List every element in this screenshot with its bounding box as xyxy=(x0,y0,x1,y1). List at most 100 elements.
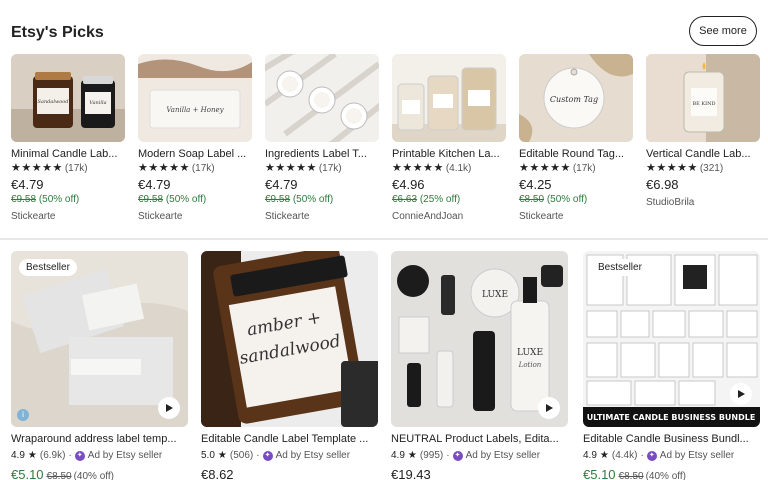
product-title[interactable]: Editable Candle Business Bundl... xyxy=(583,432,760,446)
product-image[interactable]: Vanilla + Honey xyxy=(138,54,252,142)
price: €4.79 xyxy=(138,177,171,192)
price: €4.96 xyxy=(392,177,425,192)
svg-text:BE KIND: BE KIND xyxy=(692,101,715,107)
info-icon[interactable]: i xyxy=(17,409,29,421)
section-header: Etsy's Picks See more xyxy=(11,16,757,46)
svg-text:Vanilla + Honey: Vanilla + Honey xyxy=(166,106,224,114)
ad-meta: 4.9 ★ (4.4k) · ✦ Ad by Etsy seller xyxy=(583,450,735,461)
svg-text:LUXE: LUXE xyxy=(517,348,543,358)
review-count: (17k) xyxy=(191,163,215,174)
ad-card[interactable]: ULTIMATE CANDLE BUSINESS BUNDLE Bestsell… xyxy=(583,251,760,480)
review-count: (17k) xyxy=(318,163,342,174)
ad-meta: 5.0 ★ (506) · ✦ Ad by Etsy seller xyxy=(201,450,351,461)
pick-card[interactable]: Custom Tag Editable Round Tag... ★★★★★ (1… xyxy=(519,54,633,224)
star-icon: ★ xyxy=(407,450,417,461)
rating-stars: ★★★★★ (17k) xyxy=(265,162,342,174)
product-title[interactable]: Ingredients Label T... xyxy=(265,147,379,161)
bestseller-badge: Bestseller xyxy=(591,259,649,276)
product-image[interactable]: amber + sandalwood xyxy=(201,251,378,427)
review-count: (321) xyxy=(699,163,724,174)
shop-name[interactable]: Stickearte xyxy=(11,209,125,224)
ad-card[interactable]: LUXE LUXE Lotion NEUTRAL Product Labels,… xyxy=(391,251,568,480)
review-count: (17k) xyxy=(572,163,596,174)
picks-row: Sandalwood Vanilla Minimal Candle Lab...… xyxy=(11,54,760,232)
price: €19.43 xyxy=(391,467,431,480)
discount-line: €9.58 (50% off) xyxy=(265,194,334,205)
section-divider xyxy=(0,238,768,240)
svg-text:Lotion: Lotion xyxy=(518,361,542,369)
discount-line: €9.58 (50% off) xyxy=(138,194,207,205)
product-title[interactable]: Editable Round Tag... xyxy=(519,147,633,161)
pick-card[interactable]: Vanilla + Honey Modern Soap Label ... ★★… xyxy=(138,54,252,224)
svg-text:Custom Tag: Custom Tag xyxy=(550,95,598,104)
star-icon: ★ xyxy=(599,450,609,461)
review-count: (995) xyxy=(419,450,444,461)
product-title[interactable]: NEUTRAL Product Labels, Edita... xyxy=(391,432,568,446)
bestseller-badge: Bestseller xyxy=(19,259,77,276)
star-icon: ★ xyxy=(27,450,37,461)
ad-label: Ad by Etsy seller xyxy=(275,450,351,461)
product-title[interactable]: Wraparound address label temp... xyxy=(11,432,188,446)
ad-card[interactable]: amber + sandalwood Editable Candle Label… xyxy=(201,251,378,480)
ad-card[interactable]: Bestseller i Wraparound address label te… xyxy=(11,251,188,480)
review-count: (17k) xyxy=(64,163,88,174)
section-title: Etsy's Picks xyxy=(11,24,104,41)
price: €4.79 xyxy=(265,177,298,192)
shop-name[interactable]: Stickearte xyxy=(138,209,252,224)
ads-row: Bestseller i Wraparound address label te… xyxy=(11,251,763,480)
shop-name[interactable]: Stickearte xyxy=(519,209,633,224)
ad-meta: 4.9 ★ (6.9k) · ✦ Ad by Etsy seller xyxy=(11,450,163,461)
product-title[interactable]: Editable Candle Label Template ... xyxy=(201,432,378,446)
price: €5.10 €8.50 (40% off) xyxy=(11,467,114,480)
price: €4.79 xyxy=(11,177,44,192)
price: €8.62 xyxy=(201,467,234,480)
svg-text:LUXE: LUXE xyxy=(482,290,508,300)
product-image[interactable]: Bestseller i xyxy=(11,251,188,427)
svg-text:Vanilla: Vanilla xyxy=(89,100,106,106)
rating-stars: ★★★★★ (17k) xyxy=(11,162,88,174)
product-title[interactable]: Vertical Candle Lab... xyxy=(646,147,760,161)
product-title[interactable]: Modern Soap Label ... xyxy=(138,147,252,161)
product-image[interactable]: BE KIND xyxy=(646,54,760,142)
pick-card[interactable]: Sandalwood Vanilla Minimal Candle Lab...… xyxy=(11,54,125,224)
svg-text:Sandalwood: Sandalwood xyxy=(38,99,69,105)
play-icon[interactable] xyxy=(158,397,180,419)
product-image[interactable]: Custom Tag xyxy=(519,54,633,142)
review-count: (4.1k) xyxy=(445,163,472,174)
discount-line: €6.63 (25% off) xyxy=(392,194,461,205)
product-image[interactable] xyxy=(392,54,506,142)
review-count: (506) xyxy=(229,450,254,461)
product-title[interactable]: Printable Kitchen La... xyxy=(392,147,506,161)
price: €4.25 xyxy=(519,177,552,192)
play-icon[interactable] xyxy=(538,397,560,419)
rating-stars: ★★★★★ (4.1k) xyxy=(392,162,472,174)
etsy-seller-icon: ✦ xyxy=(646,450,657,461)
product-image[interactable]: ULTIMATE CANDLE BUSINESS BUNDLE Bestsell… xyxy=(583,251,760,427)
shop-name[interactable]: StudioBrila xyxy=(646,195,760,210)
product-image[interactable]: LUXE LUXE Lotion xyxy=(391,251,568,427)
pick-card[interactable]: Ingredients Label T... ★★★★★ (17k) €4.79 … xyxy=(265,54,379,224)
etsy-seller-icon: ✦ xyxy=(262,450,273,461)
pick-card[interactable]: Printable Kitchen La... ★★★★★ (4.1k) €4.9… xyxy=(392,54,506,224)
see-more-button[interactable]: See more xyxy=(689,16,757,46)
ad-label: Ad by Etsy seller xyxy=(87,450,163,461)
etsy-seller-icon: ✦ xyxy=(74,450,85,461)
review-count: (4.4k) xyxy=(611,450,638,461)
rating-stars: ★★★★★ (17k) xyxy=(519,162,596,174)
ad-meta: 4.9 ★ (995) · ✦ Ad by Etsy seller xyxy=(391,450,541,461)
pick-card[interactable]: BE KIND Vertical Candle Lab... ★★★★★ (321… xyxy=(646,54,760,210)
price: €6.98 xyxy=(646,177,679,192)
product-title[interactable]: Minimal Candle Lab... xyxy=(11,147,125,161)
product-image[interactable] xyxy=(265,54,379,142)
play-icon[interactable] xyxy=(730,383,752,405)
shop-name[interactable]: Stickearte xyxy=(265,209,379,224)
shop-name[interactable]: ConnieAndJoan xyxy=(392,209,506,224)
review-count: (6.9k) xyxy=(39,450,66,461)
rating-stars: ★★★★★ (17k) xyxy=(138,162,215,174)
star-icon: ★ xyxy=(217,450,227,461)
etsy-seller-icon: ✦ xyxy=(452,450,463,461)
discount-line: €8.50 (50% off) xyxy=(519,194,588,205)
ad-label: Ad by Etsy seller xyxy=(465,450,541,461)
svg-text:ULTIMATE CANDLE BUSINESS BUNDL: ULTIMATE CANDLE BUSINESS BUNDLE xyxy=(587,413,756,422)
product-image[interactable]: Sandalwood Vanilla xyxy=(11,54,125,142)
